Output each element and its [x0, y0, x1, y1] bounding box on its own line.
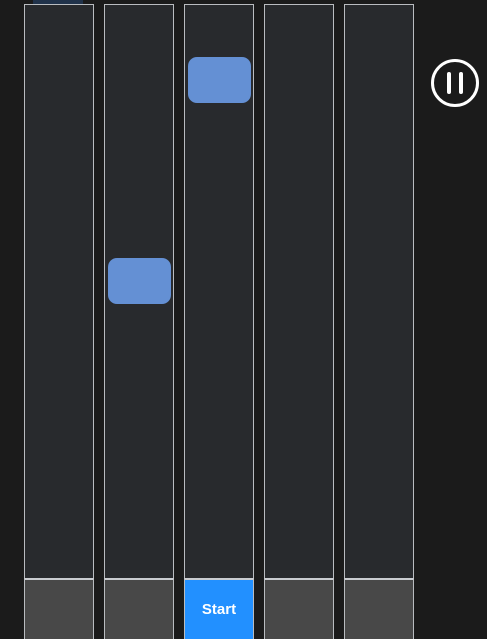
lane-5[interactable] — [344, 4, 414, 578]
key-4[interactable] — [264, 578, 334, 639]
lane-1[interactable] — [24, 4, 94, 578]
pause-button[interactable] — [430, 58, 480, 108]
game-board: Start — [0, 0, 487, 639]
note-tile[interactable] — [108, 258, 171, 304]
start-button[interactable]: Start — [184, 578, 254, 639]
key-2[interactable] — [104, 578, 174, 639]
key-1[interactable] — [24, 578, 94, 639]
note-tile[interactable] — [188, 57, 251, 103]
lane-4[interactable] — [264, 4, 334, 578]
start-label: Start — [201, 601, 237, 618]
pause-icon — [431, 59, 479, 107]
key-5[interactable] — [344, 578, 414, 639]
